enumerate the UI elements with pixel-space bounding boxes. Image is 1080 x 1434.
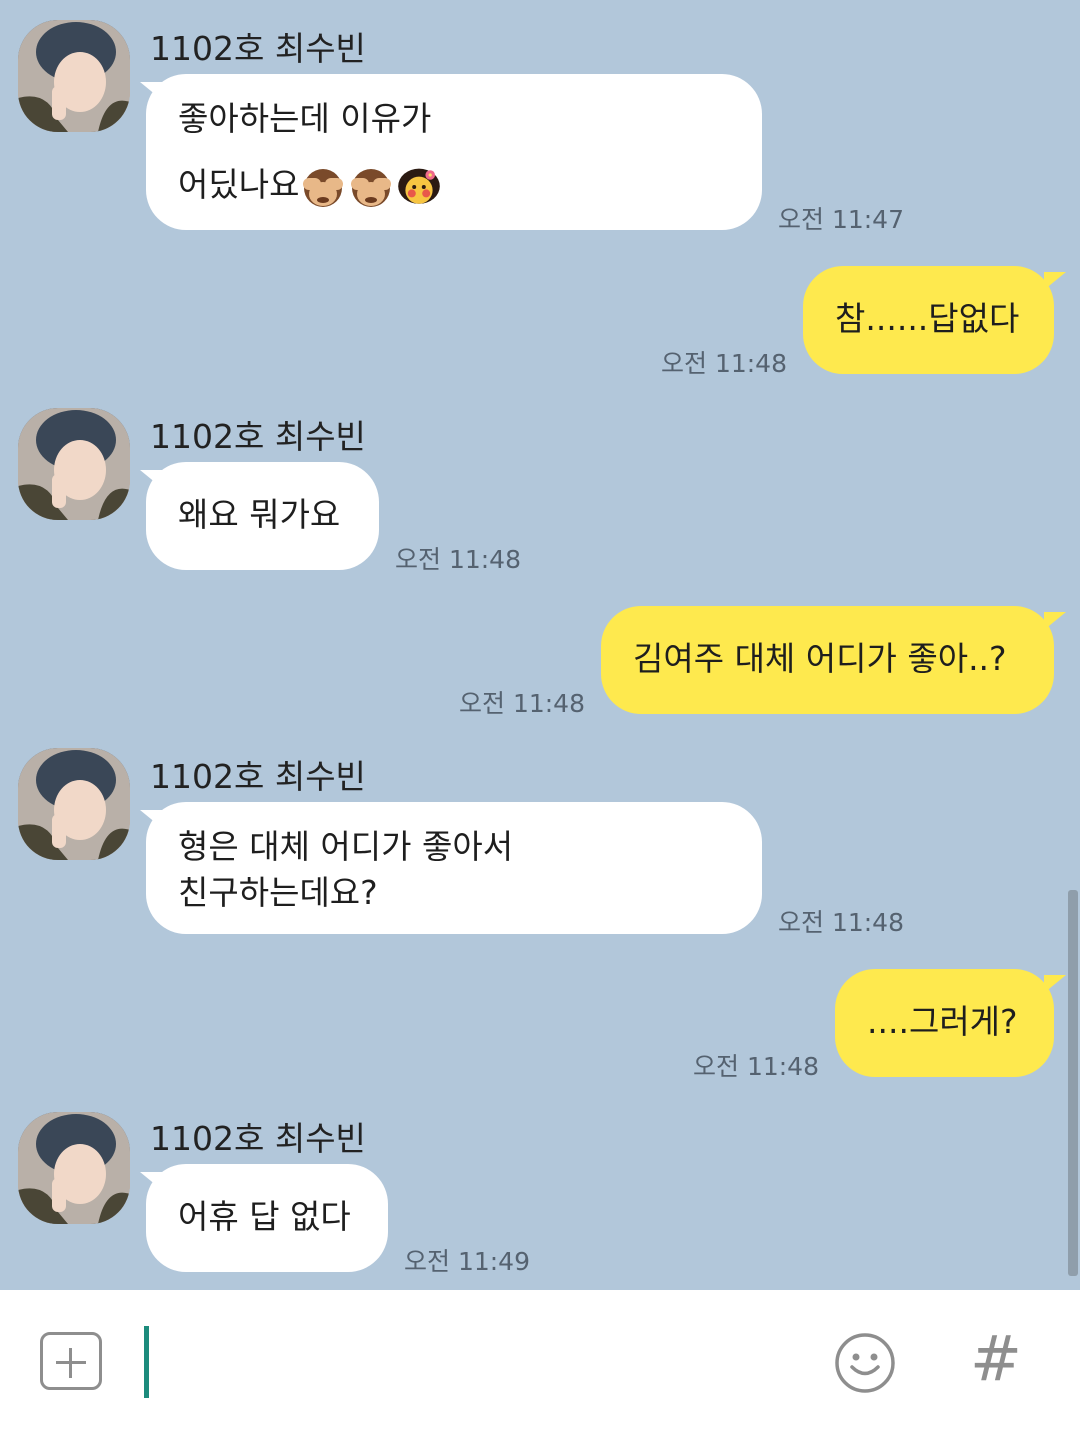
message-text: 형은 대체 어디가 좋아서: [178, 827, 514, 866]
smiley-icon[interactable]: [834, 1332, 896, 1394]
message-text-line: 어딨나요: [178, 162, 730, 210]
see-no-evil-monkey-icon: [299, 164, 347, 210]
message-time: 오전 11:48: [459, 689, 585, 718]
input-bar: #: [0, 1290, 1080, 1434]
hash-button[interactable]: #: [970, 1324, 1022, 1394]
sender-name: 1102호 최수빈: [150, 757, 366, 796]
message-time: 오전 11:48: [661, 349, 787, 378]
chat-area[interactable]: 1102호 최수빈 좋아하는데 이유가 어딨나요 오전 11:47 참.....…: [0, 0, 1080, 1290]
sender-name: 1102호 최수빈: [150, 29, 366, 68]
avatar[interactable]: [18, 748, 130, 860]
message-text: 어휴 답 없다: [178, 1197, 351, 1236]
message-time: 오전 11:47: [778, 205, 904, 234]
message-text: 친구하는데요?: [178, 873, 378, 912]
scrollbar[interactable]: [1068, 890, 1078, 1276]
message-time: 오전 11:48: [395, 545, 521, 574]
message-input[interactable]: [140, 1326, 784, 1400]
bubble-tail: [1044, 272, 1066, 290]
message-text: 어딨나요: [178, 165, 300, 204]
text-cursor: [144, 1326, 149, 1398]
message-bubble[interactable]: 참......답없다: [803, 266, 1054, 374]
sender-name: 1102호 최수빈: [150, 417, 366, 456]
avatar[interactable]: [18, 20, 130, 132]
avatar[interactable]: [18, 1112, 130, 1224]
sender-name: 1102호 최수빈: [150, 1119, 366, 1158]
message-time: 오전 11:48: [778, 908, 904, 937]
message-text: 김여주 대체 어디가 좋아..?: [633, 639, 1007, 678]
message-bubble[interactable]: 왜요 뭐가요: [146, 462, 379, 570]
bubble-tail: [1044, 612, 1066, 630]
message-bubble[interactable]: 어휴 답 없다: [146, 1164, 388, 1272]
message-time: 오전 11:48: [693, 1052, 819, 1081]
message-bubble[interactable]: 김여주 대체 어디가 좋아..?: [601, 606, 1054, 714]
message-bubble[interactable]: ....그러게?: [835, 969, 1054, 1077]
plus-square-icon[interactable]: [40, 1332, 102, 1390]
bubble-tail: [1044, 975, 1066, 993]
message-text: 참......답없다: [835, 299, 1020, 338]
blushing-girl-icon: [395, 164, 455, 210]
message-text: ....그러게?: [867, 1002, 1018, 1041]
message-text: 좋아하는데 이유가: [178, 99, 432, 138]
see-no-evil-monkey-icon: [347, 164, 395, 210]
avatar[interactable]: [18, 408, 130, 520]
message-text: 왜요 뭐가요: [178, 495, 341, 534]
message-time: 오전 11:49: [404, 1247, 530, 1276]
message-bubble[interactable]: 형은 대체 어디가 좋아서 친구하는데요?: [146, 802, 762, 934]
message-bubble[interactable]: 좋아하는데 이유가 어딨나요: [146, 74, 762, 230]
